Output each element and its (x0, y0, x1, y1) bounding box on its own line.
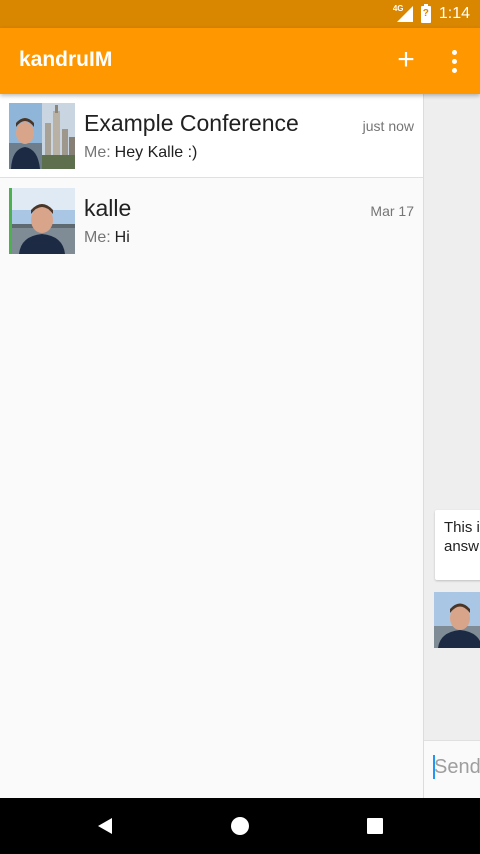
online-indicator (9, 188, 12, 254)
message-bubble[interactable]: This i answ (435, 510, 480, 580)
status-bar: 4G ? 1:14 (0, 0, 480, 28)
conversation-preview: Me: Hey Kalle :) (84, 144, 197, 162)
navigation-bar (0, 798, 480, 854)
message-input[interactable] (434, 753, 480, 781)
cell-signal-icon: 4G (393, 4, 413, 23)
home-icon[interactable] (226, 812, 254, 840)
compose-bar (424, 740, 480, 798)
group-avatar (9, 103, 75, 169)
conversation-preview: Me: Hi (84, 229, 130, 247)
user-avatar (9, 188, 75, 254)
conversation-list: Example Conference just now Me: Hey Kalle… (0, 94, 423, 798)
chat-pane: This i answ (423, 94, 480, 798)
app-bar: kandruIM + (0, 28, 480, 94)
add-button[interactable]: + (390, 40, 422, 80)
conversation-row-example-conference[interactable]: Example Conference just now Me: Hey Kalle… (0, 94, 423, 178)
preview-text: Hey Kalle :) (114, 144, 198, 161)
message-avatar (434, 592, 480, 648)
back-icon[interactable] (91, 812, 119, 840)
conversation-name: Example Conference (84, 110, 299, 136)
battery-icon: ? (420, 3, 431, 23)
conversation-time: just now (362, 118, 414, 134)
message-text: This i answ (444, 519, 480, 555)
conversation-row-kalle[interactable]: kalle Mar 17 Me: Hi (0, 179, 423, 263)
more-vert-icon[interactable] (440, 44, 468, 78)
recents-icon[interactable] (361, 812, 389, 840)
status-time: 1:14 (438, 5, 470, 22)
conversation-name: kalle (84, 195, 132, 221)
app-title: kandruIM (19, 48, 113, 71)
sender-label: Me: (84, 229, 111, 246)
preview-text: Hi (114, 229, 130, 246)
divider (0, 177, 423, 178)
conversation-time: Mar 17 (370, 203, 414, 219)
sender-label: Me: (84, 144, 111, 161)
